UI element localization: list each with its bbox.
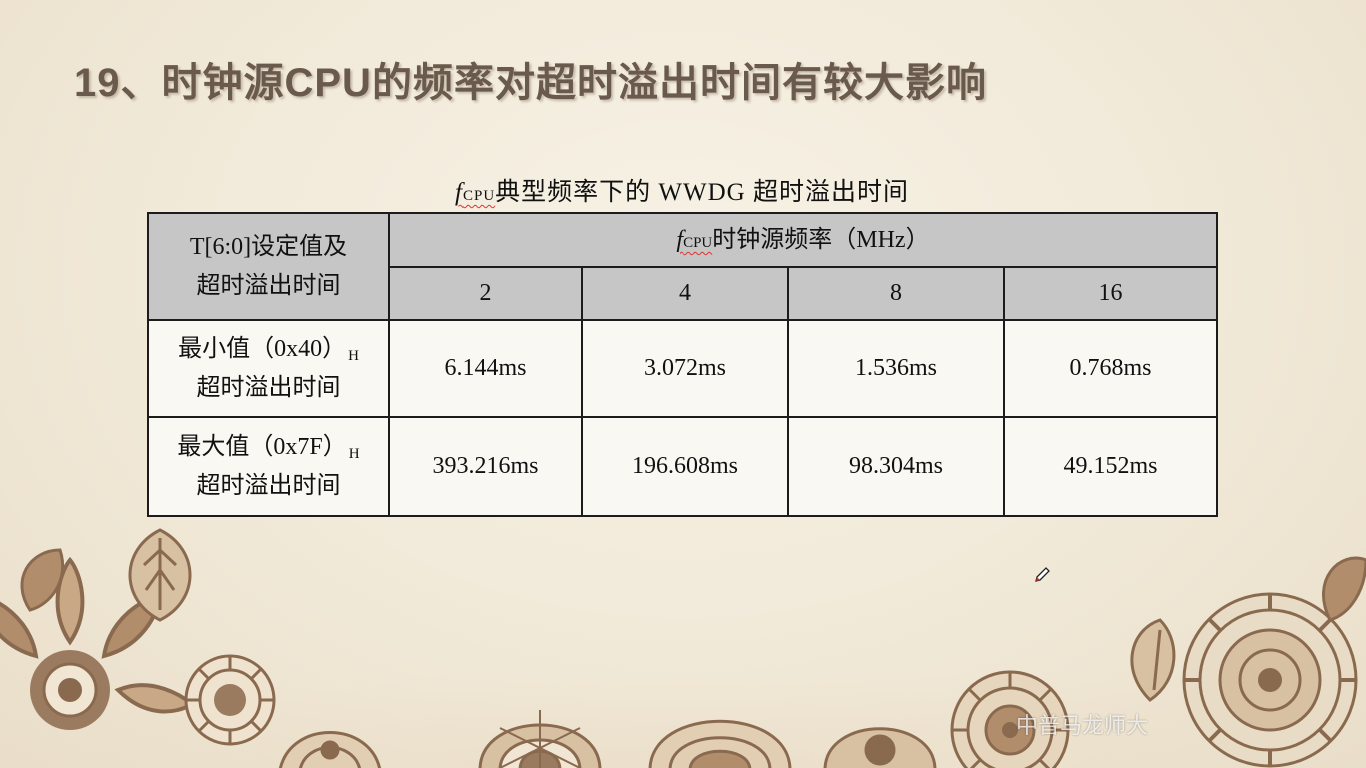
mandala-ornament-icon <box>0 528 1366 768</box>
video-watermark: 中普马龙师大 <box>1016 714 1149 739</box>
